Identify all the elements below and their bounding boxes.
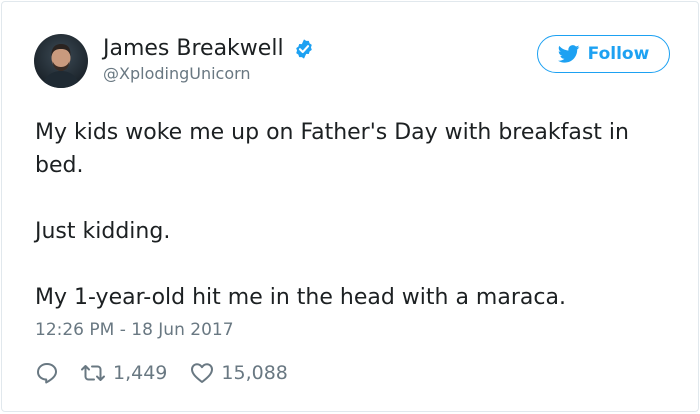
- tweet-timestamp[interactable]: 12:26 PM - 18 Jun 2017: [35, 318, 234, 342]
- twitter-bird-icon: [557, 45, 580, 63]
- follow-button-label: Follow: [587, 44, 650, 64]
- heart-icon: [190, 362, 214, 384]
- author-username[interactable]: @XplodingUnicorn: [103, 64, 251, 84]
- tweet-actions: 1,449 15,088: [35, 359, 288, 387]
- tweet-paragraph: My kids woke me up on Father's Day with …: [35, 120, 629, 178]
- retweet-button[interactable]: 1,449: [80, 362, 167, 384]
- tweet-paragraph: My 1-year-old hit me in the head with a …: [35, 285, 566, 310]
- reply-button[interactable]: [35, 361, 59, 385]
- follow-button[interactable]: Follow: [537, 35, 670, 73]
- retweet-count: 1,449: [113, 362, 168, 384]
- author-name-text: James Breakwell: [103, 36, 284, 61]
- retweet-icon: [80, 362, 106, 384]
- verified-badge-icon: [293, 38, 315, 60]
- reply-icon: [35, 361, 59, 385]
- like-count: 15,088: [221, 362, 288, 384]
- profile-photo: [34, 34, 88, 88]
- avatar[interactable]: [34, 34, 88, 88]
- author-display-name[interactable]: James Breakwell: [103, 35, 315, 63]
- like-button[interactable]: 15,088: [190, 362, 288, 384]
- tweet-card: James Breakwell @XplodingUnicorn Follow …: [1, 1, 699, 412]
- tweet-paragraph: Just kidding.: [35, 219, 171, 244]
- tweet-text: My kids woke me up on Father's Day with …: [35, 116, 675, 314]
